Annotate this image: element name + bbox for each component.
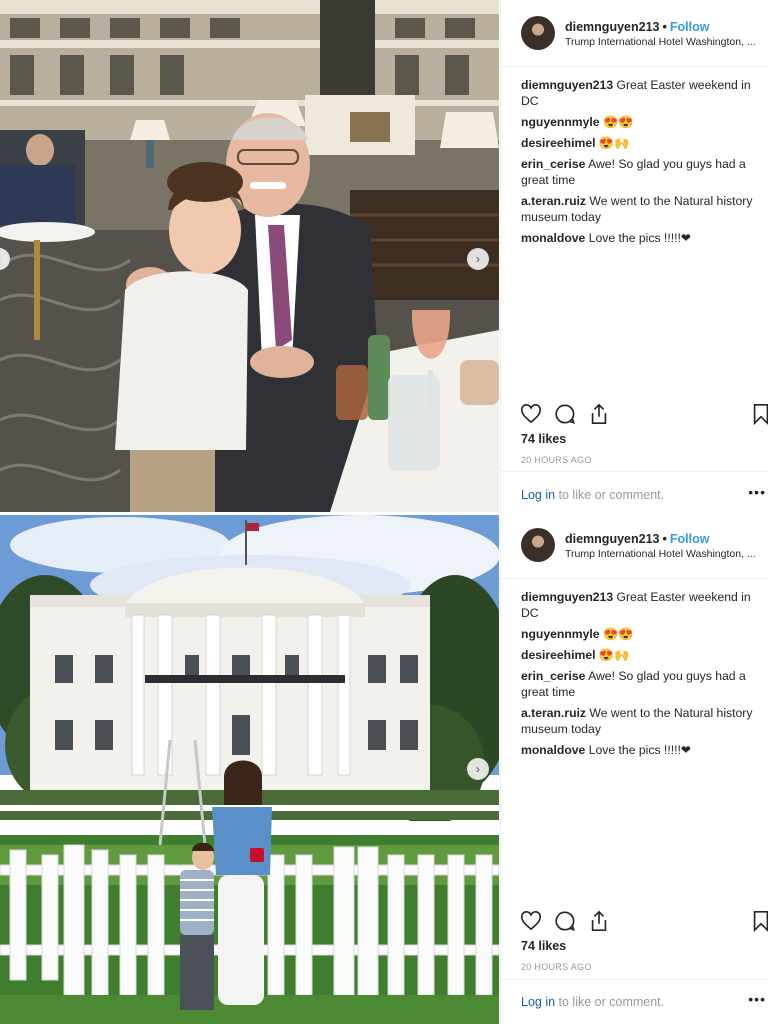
comment-icon[interactable]: [553, 402, 577, 426]
chevron-right-icon[interactable]: ›: [467, 248, 489, 270]
list-item: a.teran.ruiz We went to the Natural hist…: [521, 705, 758, 737]
username-link[interactable]: diemnguyen213: [565, 532, 659, 546]
list-item: erin_cerise Awe! So glad you guys had a …: [521, 156, 758, 188]
comment-text: 😍😍: [602, 115, 634, 129]
login-text: to like or comment.: [555, 488, 665, 502]
post-sidebar: diemnguyen213 • Follow Trump International…: [500, 0, 768, 512]
comment-username[interactable]: nguyennmyle: [521, 115, 600, 129]
post-2: › diemnguyen213 • Follow Trump Internation…: [0, 512, 768, 1024]
comment-username[interactable]: nguyennmyle: [521, 627, 600, 641]
comment-username[interactable]: monaldove: [521, 231, 585, 245]
avatar[interactable]: [521, 16, 555, 50]
divider: [501, 66, 768, 67]
post-sidebar: diemnguyen213 • Follow Trump International…: [500, 515, 768, 1024]
post-photo-white-house[interactable]: ›: [0, 515, 499, 1024]
heart-icon[interactable]: [519, 909, 543, 933]
login-text: to like or comment.: [555, 995, 665, 1009]
login-prompt: Log in to like or comment.: [521, 995, 664, 1009]
list-item: erin_cerise Awe! So glad you guys had a …: [521, 668, 758, 700]
comment-username[interactable]: diemnguyen213: [521, 78, 613, 92]
bookmark-icon[interactable]: [749, 909, 768, 933]
post-photo-hotel[interactable]: ‹ ›: [0, 0, 499, 512]
location-link[interactable]: Trump International Hotel Washington, ..…: [565, 548, 765, 560]
username-link[interactable]: diemnguyen213: [565, 20, 659, 34]
divider: [501, 471, 768, 472]
action-bar: [519, 402, 768, 428]
more-options-icon[interactable]: •••: [748, 991, 766, 1007]
heart-icon[interactable]: [519, 402, 543, 426]
comments-list: diemnguyen213 Great Easter weekend in DC…: [521, 77, 758, 251]
location-link[interactable]: Trump International Hotel Washington, ..…: [565, 36, 765, 48]
list-item: desireehimel 😍🙌: [521, 135, 758, 151]
comment-username[interactable]: desireehimel: [521, 648, 596, 662]
separator-dot: •: [662, 20, 667, 34]
separator-dot: •: [662, 532, 667, 546]
comment-username[interactable]: erin_cerise: [521, 669, 585, 683]
post-1: ‹ › diemnguyen213•Follow Trump Internati…: [0, 0, 768, 512]
comment-username[interactable]: erin_cerise: [521, 157, 585, 171]
login-link[interactable]: Log in: [521, 995, 555, 1009]
list-item: nguyennmyle 😍😍: [521, 626, 758, 642]
list-item: nguyennmyle 😍😍: [521, 114, 758, 130]
avatar[interactable]: [521, 528, 555, 562]
comment-text: 😍😍: [602, 627, 634, 641]
comment-username[interactable]: a.teran.ruiz: [521, 194, 586, 208]
comment-icon[interactable]: [553, 909, 577, 933]
list-item: desireehimel 😍🙌: [521, 647, 758, 663]
comment-username[interactable]: diemnguyen213: [521, 590, 613, 604]
post-timestamp[interactable]: 20 HOURS AGO: [521, 962, 592, 972]
divider: [501, 979, 768, 980]
caption: diemnguyen213 Great Easter weekend in DC: [521, 77, 758, 109]
caption: diemnguyen213 Great Easter weekend in DC: [521, 589, 758, 621]
comment-text: 😍🙌: [598, 648, 630, 662]
comment-text: 😍🙌: [598, 136, 630, 150]
comment-text: Love the pics !!!!!❤: [588, 231, 692, 245]
post-header: diemnguyen213 • Follow Trump International…: [521, 16, 764, 52]
comments-list: diemnguyen213 Great Easter weekend in DC…: [521, 589, 758, 763]
share-icon[interactable]: [587, 909, 611, 933]
comment-username[interactable]: a.teran.ruiz: [521, 706, 586, 720]
white-house-photo-illustration: [0, 515, 499, 1024]
bookmark-icon[interactable]: [749, 402, 768, 426]
post-timestamp[interactable]: 20 HOURS AGO: [521, 455, 592, 465]
list-item: monaldove Love the pics !!!!!❤: [521, 742, 758, 758]
likes-count[interactable]: 74 likes: [521, 432, 566, 446]
comment-username[interactable]: monaldove: [521, 743, 585, 757]
more-options-icon[interactable]: •••: [748, 484, 766, 500]
login-link[interactable]: Log in: [521, 488, 555, 502]
chevron-right-icon[interactable]: ›: [467, 758, 489, 780]
comment-text: Love the pics !!!!!❤: [588, 743, 692, 757]
action-bar: [519, 909, 768, 935]
list-item: monaldove Love the pics !!!!!❤: [521, 230, 758, 246]
follow-button[interactable]: Follow: [670, 20, 710, 34]
list-item: a.teran.ruiz We went to the Natural hist…: [521, 193, 758, 225]
post-header: diemnguyen213 • Follow Trump International…: [521, 528, 764, 564]
likes-count[interactable]: 74 likes: [521, 939, 566, 953]
share-icon[interactable]: [587, 402, 611, 426]
follow-button[interactable]: Follow: [670, 532, 710, 546]
comment-username[interactable]: desireehimel: [521, 136, 596, 150]
hotel-photo-illustration: [0, 0, 499, 512]
divider: [501, 578, 768, 579]
login-prompt: Log in to like or comment.: [521, 488, 664, 502]
